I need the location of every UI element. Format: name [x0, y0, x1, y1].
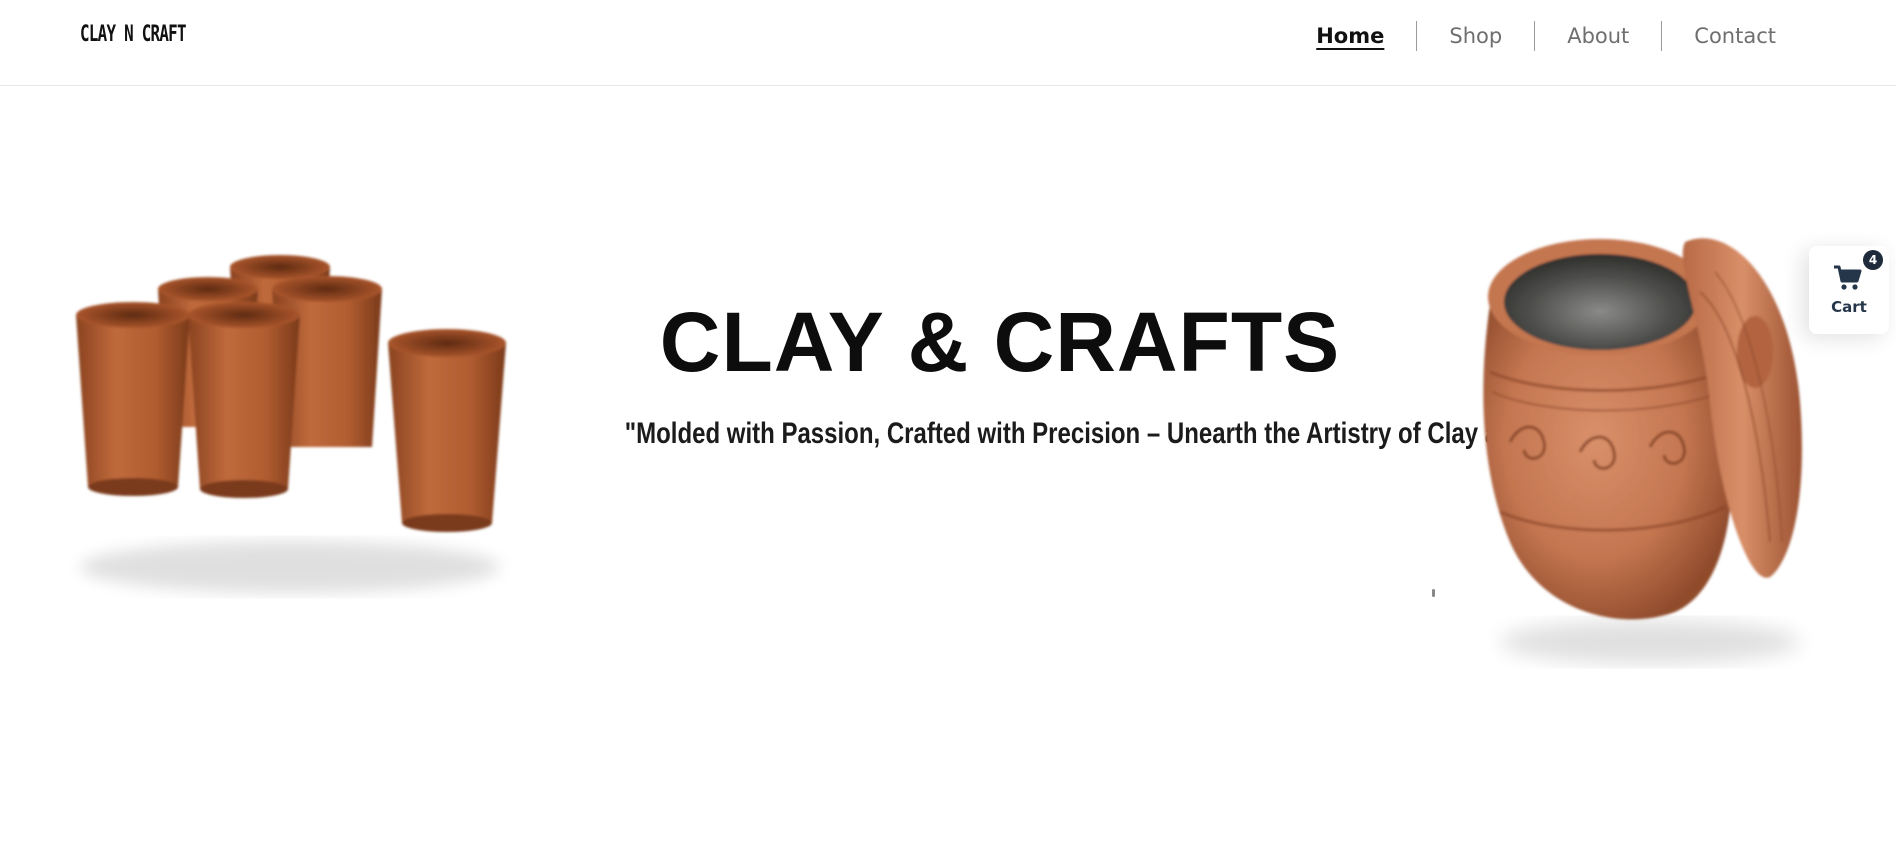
- site-header: CLAY N CRAFT Home Shop About Contact: [0, 0, 1896, 86]
- main-nav: Home Shop About Contact: [1284, 20, 1808, 52]
- nav-shop[interactable]: Shop: [1417, 20, 1534, 52]
- terracotta-pot-image: [1483, 238, 1802, 664]
- cart-icon: [1834, 265, 1862, 290]
- terracotta-cups-image: [76, 255, 506, 593]
- cart-button[interactable]: 4 Cart: [1809, 246, 1889, 334]
- hero-subtitle-container: "Molded with Passion, Crafted with Preci…: [500, 417, 1623, 451]
- nav-about[interactable]: About: [1535, 20, 1661, 52]
- site-logo[interactable]: CLAY N CRAFT: [80, 22, 187, 47]
- carousel-indicator[interactable]: [1432, 589, 1435, 597]
- hero-banner: CLAY & CRAFTS "Molded with Passion, Craf…: [0, 87, 1896, 846]
- hero-title-container: CLAY & CRAFTS: [560, 294, 1440, 391]
- nav-home[interactable]: Home: [1284, 20, 1416, 52]
- cart-label: Cart: [1831, 298, 1867, 316]
- nav-contact[interactable]: Contact: [1662, 20, 1808, 52]
- hero-title: CLAY & CRAFTS: [659, 295, 1341, 389]
- cart-count-badge: 4: [1863, 250, 1883, 270]
